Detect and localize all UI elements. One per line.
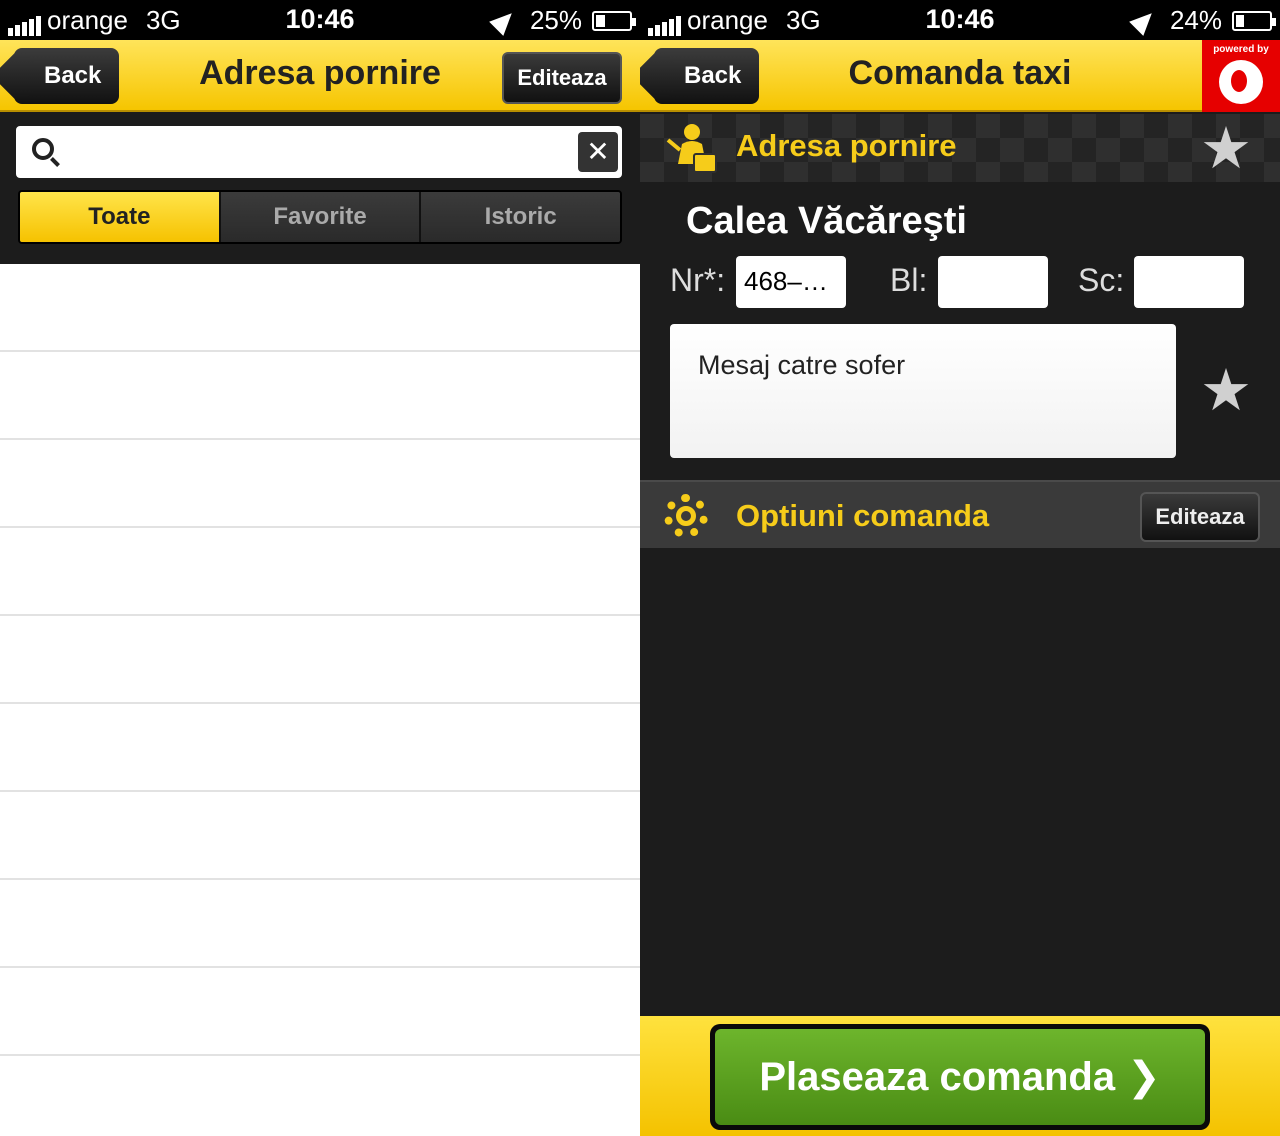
search-icon xyxy=(32,138,54,160)
address-picker-screen: orange 3G 10:46 25% Back Adresa pornire … xyxy=(0,0,640,1136)
search-input[interactable] xyxy=(76,134,556,170)
place-order-label: Plaseaza comanda xyxy=(759,1055,1116,1099)
favorite-star-icon[interactable]: ★ xyxy=(1200,120,1252,178)
location-arrow-icon xyxy=(1129,5,1159,36)
battery-percent: 25% xyxy=(529,5,582,35)
search-area: ✕ Toate Favorite Istoric xyxy=(0,112,640,264)
battery-icon xyxy=(1232,10,1276,31)
status-right: 25% xyxy=(489,5,636,36)
bl-input[interactable] xyxy=(938,256,1048,308)
list-item[interactable] xyxy=(0,440,640,528)
segment-toate[interactable]: Toate xyxy=(20,192,221,242)
street-name: Calea Văcăreşti xyxy=(686,200,967,242)
clear-search-button[interactable]: ✕ xyxy=(578,132,618,172)
list-item[interactable] xyxy=(0,792,640,880)
person-briefcase-icon xyxy=(666,124,717,173)
battery-icon xyxy=(592,10,636,31)
back-button[interactable]: Back xyxy=(14,48,120,104)
driver-message-field[interactable]: Mesaj catre sofer xyxy=(670,324,1176,458)
nr-input[interactable]: 468–… xyxy=(736,256,846,308)
status-bar: orange 3G 10:46 25% xyxy=(0,0,640,40)
location-arrow-icon xyxy=(489,5,519,36)
nav-bar: Back Adresa pornire Editeaza xyxy=(0,40,640,112)
order-options-header: Optiuni comanda Editeaza xyxy=(640,480,1280,548)
status-bar: orange 3G 10:46 24% xyxy=(640,0,1280,40)
nr-label: Nr*: xyxy=(670,262,726,298)
list-item[interactable] xyxy=(0,264,640,352)
gear-icon xyxy=(664,494,708,538)
list-item[interactable] xyxy=(0,880,640,968)
search-box: ✕ xyxy=(16,126,622,178)
place-order-button[interactable]: Plaseaza comanda ❯ xyxy=(710,1024,1210,1130)
edit-button[interactable]: Editeaza xyxy=(502,52,622,104)
list-item[interactable] xyxy=(0,968,640,1056)
taxi-order-screen: orange 3G 10:46 24% Back Comanda taxi po… xyxy=(640,0,1280,1136)
status-right: 24% xyxy=(1129,5,1276,36)
place-order-button-face[interactable]: Plaseaza comanda ❯ xyxy=(715,1029,1205,1125)
sc-input[interactable] xyxy=(1134,256,1244,308)
order-options-title: Optiuni comanda xyxy=(736,498,990,533)
powered-by-label: powered by xyxy=(1213,44,1269,55)
list-item[interactable] xyxy=(0,1056,640,1136)
address-list xyxy=(0,264,640,1136)
list-item[interactable] xyxy=(0,352,640,440)
list-item[interactable] xyxy=(0,704,640,792)
chevron-right-icon: ❯ xyxy=(1127,1055,1161,1099)
vodafone-logo: powered by xyxy=(1202,40,1280,112)
vodafone-speechmark-icon xyxy=(1219,60,1263,104)
message-favorite-star-icon[interactable]: ★ xyxy=(1200,362,1252,420)
bottom-bar: Plaseaza comanda ❯ xyxy=(640,1016,1280,1136)
sc-label: Sc: xyxy=(1078,262,1125,298)
filter-segmented-control: Toate Favorite Istoric xyxy=(18,190,622,244)
list-item[interactable] xyxy=(0,528,640,616)
back-button[interactable]: Back xyxy=(654,48,760,104)
pickup-section-title: Adresa pornire xyxy=(736,128,957,163)
nav-bar: Back Comanda taxi powered by xyxy=(640,40,1280,112)
segment-favorite[interactable]: Favorite xyxy=(220,192,422,242)
bl-label: Bl: xyxy=(890,262,928,298)
edit-options-button[interactable]: Editeaza xyxy=(1140,492,1260,542)
pickup-section-header: Adresa pornire ★ xyxy=(640,114,1280,182)
segment-istoric[interactable]: Istoric xyxy=(421,192,620,242)
list-item[interactable] xyxy=(0,616,640,704)
battery-percent: 24% xyxy=(1169,5,1222,35)
